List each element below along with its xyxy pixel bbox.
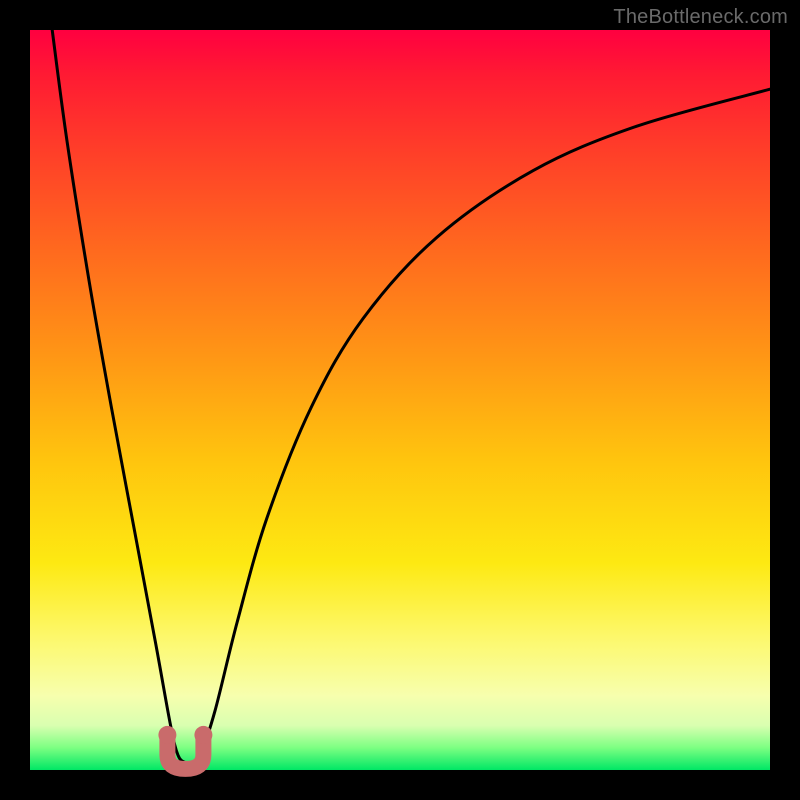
bottleneck-curve xyxy=(52,30,770,764)
gradient-plot-area xyxy=(30,30,770,770)
watermark-text: TheBottleneck.com xyxy=(613,6,788,29)
optimal-marker xyxy=(158,726,212,769)
chart-stage: TheBottleneck.com xyxy=(0,0,800,800)
curve-svg xyxy=(30,30,770,770)
